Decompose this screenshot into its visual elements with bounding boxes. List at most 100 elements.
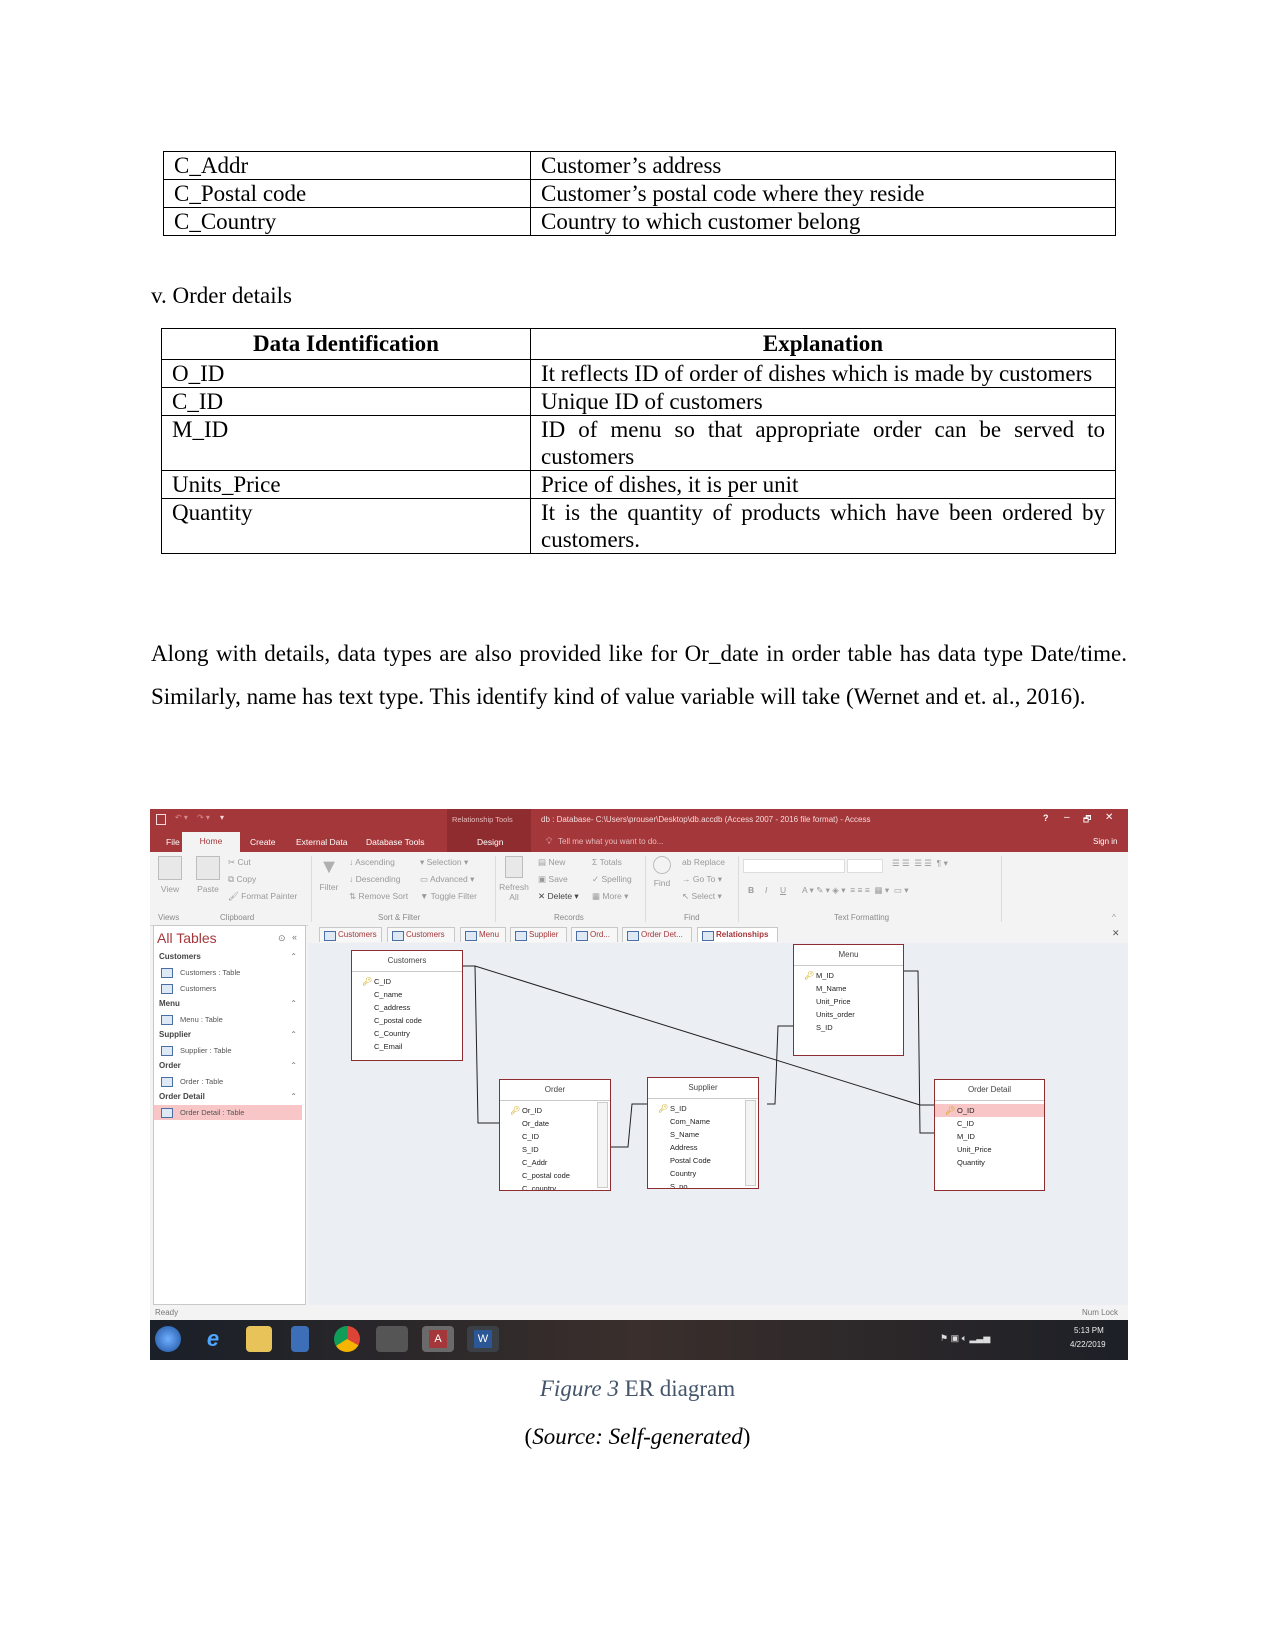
collapse-group-icon[interactable]: ⌃: [290, 1030, 297, 1039]
underline-button[interactable]: U: [780, 885, 786, 895]
cut-button[interactable]: ✂ Cut: [228, 857, 251, 868]
doc-tab[interactable]: Supplier: [510, 927, 567, 942]
more-button[interactable]: ▦ More ▾: [592, 891, 628, 902]
nav-group-header[interactable]: Supplier: [159, 1030, 191, 1039]
er-field[interactable]: S_ID: [500, 1143, 610, 1156]
er-field[interactable]: C_name: [352, 988, 462, 1001]
er-field[interactable]: 🔑︎ O_ID: [935, 1104, 1044, 1117]
er-field[interactable]: Country: [648, 1167, 758, 1180]
nav-pane-title[interactable]: All Tables: [157, 930, 217, 946]
er-table-title[interactable]: Supplier: [648, 1078, 758, 1099]
doc-tab[interactable]: Customers: [387, 927, 455, 942]
internet-explorer-icon[interactable]: e: [200, 1326, 226, 1352]
media-player-icon[interactable]: [291, 1326, 309, 1352]
er-field[interactable]: M_Name: [794, 982, 903, 995]
italic-button[interactable]: I: [765, 885, 767, 895]
nav-item[interactable]: Order Detail : Table: [154, 1105, 302, 1120]
er-field[interactable]: S_no: [648, 1180, 758, 1188]
file-explorer-icon[interactable]: [246, 1326, 272, 1352]
clock-date[interactable]: 4/22/2019: [1070, 1340, 1106, 1349]
er-field[interactable]: Unit_Price: [935, 1143, 1044, 1156]
customize-quick-access-icon[interactable]: ▾: [220, 813, 224, 822]
er-field[interactable]: C_address: [352, 1001, 462, 1014]
spelling-button[interactable]: ✓ Spelling: [592, 874, 632, 885]
er-table-order[interactable]: Order 🔑︎ Or_ID Or_date C_ID S_ID C_Addr C_posta…: [499, 1079, 611, 1191]
table-scrollbar[interactable]: [597, 1102, 608, 1188]
collapse-nav-icon[interactable]: «: [292, 932, 297, 942]
nav-item[interactable]: Customers : Table: [154, 965, 302, 980]
copy-button[interactable]: ⧉ Copy: [228, 874, 256, 885]
nav-item[interactable]: Order : Table: [154, 1074, 302, 1089]
er-field[interactable]: S_Name: [648, 1128, 758, 1141]
nav-group-header[interactable]: Menu: [159, 999, 180, 1008]
save-record-button[interactable]: ▣ Save: [538, 874, 568, 885]
doc-tab[interactable]: Customers: [319, 927, 382, 942]
er-field[interactable]: Com_Name: [648, 1115, 758, 1128]
er-field[interactable]: Units_order: [794, 1008, 903, 1021]
toggle-filter-button[interactable]: ▼ Toggle Filter: [420, 891, 477, 901]
relationship-line[interactable]: [767, 1025, 793, 1105]
minimize-button[interactable]: –: [1064, 812, 1070, 823]
doc-tab[interactable]: Order Det...: [622, 927, 692, 942]
er-table-customers[interactable]: Customers 🔑︎ C_ID C_name C_address C_postal c…: [351, 950, 463, 1061]
tell-me-input[interactable]: Tell me what you want to do...: [558, 837, 663, 846]
sign-in-link[interactable]: Sign in: [1093, 837, 1117, 846]
access-icon[interactable]: A: [422, 1326, 454, 1352]
er-field[interactable]: C_ID: [935, 1117, 1044, 1130]
collapse-group-icon[interactable]: ⌃: [290, 999, 297, 1008]
er-field[interactable]: C_Email: [352, 1040, 462, 1053]
close-document-icon[interactable]: ✕: [1112, 928, 1120, 939]
doc-tab[interactable]: Relationships: [697, 927, 778, 942]
collapse-group-icon[interactable]: ⌃: [290, 1092, 297, 1101]
font-name-dropdown[interactable]: [743, 859, 845, 873]
er-field[interactable]: S_ID: [794, 1021, 903, 1034]
er-field[interactable]: C_postal code: [352, 1014, 462, 1027]
ribbon-tab-database-tools[interactable]: Database Tools: [366, 837, 424, 847]
er-field[interactable]: Unit_Price: [794, 995, 903, 1008]
collapse-ribbon-icon[interactable]: ^: [1112, 912, 1116, 922]
doc-tab[interactable]: Menu: [460, 927, 506, 942]
ribbon-tab-external-data[interactable]: External Data: [296, 837, 348, 847]
collapse-group-icon[interactable]: ⌃: [290, 952, 297, 961]
er-table-order-detail[interactable]: Order Detail 🔑︎ O_ID C_ID M_ID Unit_Price Quan…: [934, 1079, 1045, 1191]
bold-button[interactable]: B: [748, 885, 754, 895]
new-record-button[interactable]: ▤ New: [538, 857, 565, 868]
er-field[interactable]: Postal Code: [648, 1154, 758, 1167]
ribbon-tab-create[interactable]: Create: [250, 837, 276, 847]
select-button[interactable]: ↖ Select ▾: [682, 891, 722, 902]
nav-item[interactable]: Menu : Table: [154, 1012, 302, 1027]
er-table-title[interactable]: Order Detail: [935, 1080, 1044, 1101]
find-button[interactable]: Find: [650, 856, 674, 888]
nav-item[interactable]: Supplier : Table: [154, 1043, 302, 1058]
format-painter-button[interactable]: 🖌︎ Format Painter: [228, 891, 297, 902]
restore-button[interactable]: 🗗: [1083, 812, 1091, 828]
filter-button[interactable]: ▼ Filter: [316, 856, 342, 892]
er-field[interactable]: 🔑︎ Or_ID: [500, 1104, 610, 1117]
relationship-line[interactable]: [609, 1103, 647, 1148]
nav-group-header[interactable]: Order: [159, 1061, 181, 1070]
advanced-button[interactable]: ▭ Advanced ▾: [420, 874, 474, 885]
er-field[interactable]: C_postal code: [500, 1169, 610, 1182]
relationship-line[interactable]: [461, 965, 499, 1124]
clock-time[interactable]: 5:13 PM: [1074, 1326, 1104, 1335]
er-table-menu[interactable]: Menu 🔑︎ M_ID M_Name Unit_Price Units_order S_I…: [793, 944, 904, 1056]
er-table-title[interactable]: Customers: [352, 951, 462, 972]
go-to-button[interactable]: → Go To ▾: [682, 874, 722, 885]
er-field[interactable]: 🔑︎ S_ID: [648, 1102, 758, 1115]
redo-icon[interactable]: ↷ ▾: [197, 813, 210, 822]
chrome-icon[interactable]: [334, 1326, 360, 1352]
list-buttons[interactable]: ☰ ☰ ☰ ☰ ¶ ▾: [892, 858, 948, 869]
er-table-supplier[interactable]: Supplier 🔑︎ S_ID Com_Name S_Name Address Posta…: [647, 1077, 759, 1189]
relationship-line[interactable]: [902, 970, 934, 1134]
ribbon-tab-file[interactable]: File: [166, 837, 180, 847]
totals-button[interactable]: Σ Totals: [592, 857, 622, 867]
er-field[interactable]: Address: [648, 1141, 758, 1154]
er-table-title[interactable]: Order: [500, 1080, 610, 1101]
collapse-group-icon[interactable]: ⌃: [290, 1061, 297, 1070]
remove-sort-button[interactable]: ⇅ Remove Sort: [349, 891, 408, 902]
doc-tab[interactable]: Ord...: [571, 927, 618, 942]
selection-button[interactable]: ▾ Selection ▾: [420, 857, 468, 868]
save-icon[interactable]: [156, 814, 166, 825]
system-tray-icons[interactable]: ⚑ ▣ 🔈︎ ▂▃▅: [940, 1333, 990, 1344]
paste-button[interactable]: Paste: [194, 856, 222, 894]
